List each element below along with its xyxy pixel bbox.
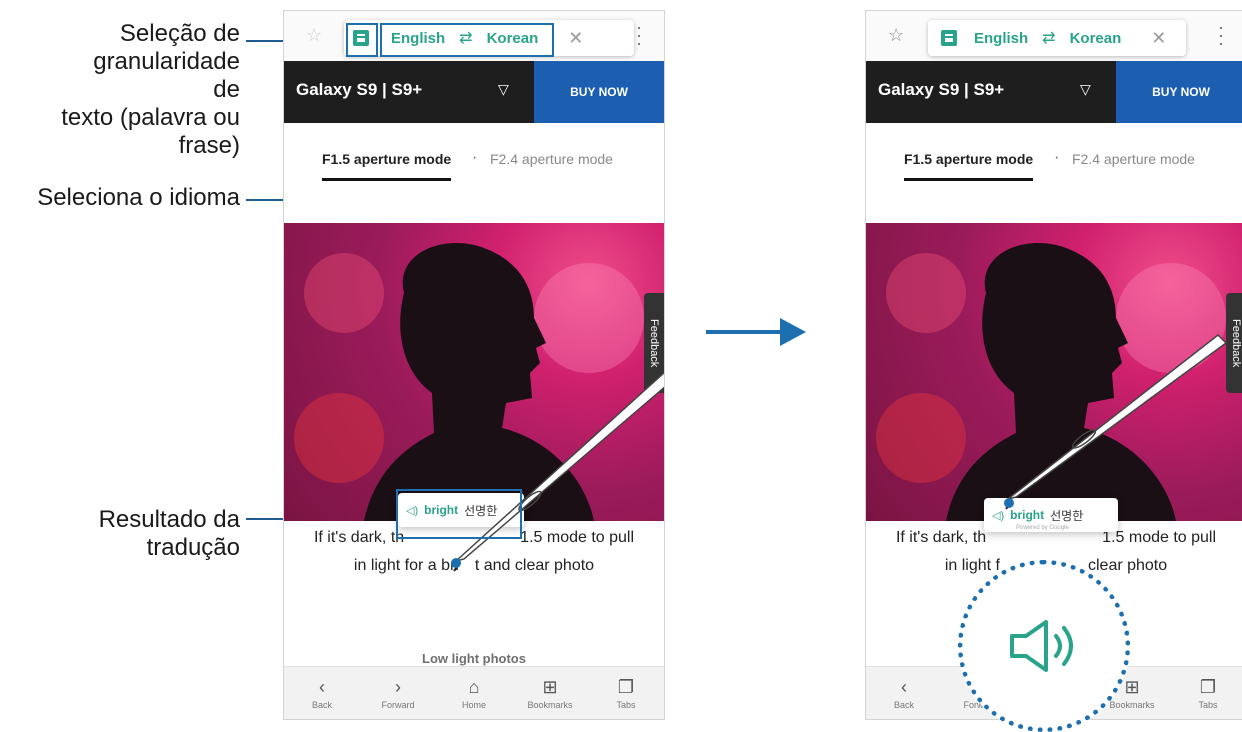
close-icon[interactable]: ✕ — [568, 28, 583, 49]
swap-languages-icon[interactable]: ⇄ — [1042, 28, 1055, 48]
tab-f24[interactable]: F2.4 aperture mode — [490, 151, 613, 167]
browser-toolbar: ☆ English ⇄ Korean ✕ · · · — [866, 11, 1242, 61]
star-icon[interactable]: ☆ — [306, 25, 322, 46]
speaker-icon[interactable]: ◁) — [992, 509, 1004, 522]
bottom-nav: ‹Back ›Forward ⌂Home ⊞Bookmarks ❐Tabs — [284, 666, 664, 719]
hero-photo — [866, 223, 1242, 521]
site-header: Galaxy S9 | S9+ ▽ BUY NOW — [284, 61, 664, 123]
translation-popup: ◁) bright 선명한 Powered by Google — [984, 498, 1118, 532]
callout-result: Resultado da tradução — [98, 506, 240, 561]
site-header: Galaxy S9 | S9+ ▽ BUY NOW — [866, 61, 1242, 123]
feedback-tab[interactable]: Feedback — [644, 293, 664, 393]
back-icon: ‹ — [319, 676, 325, 697]
result-highlight — [396, 489, 522, 539]
silhouette — [946, 243, 1176, 521]
nav-tabs[interactable]: ❐ Tabs — [588, 667, 664, 719]
source-language[interactable]: English — [974, 30, 1028, 47]
arrow-right-icon — [706, 318, 806, 346]
nav-back[interactable]: ‹ Back — [866, 667, 942, 719]
tabs-icon: ❐ — [617, 676, 635, 697]
language-highlight — [380, 23, 554, 57]
tab-separator: · — [1054, 149, 1060, 166]
site-title: Galaxy S9 | S9+ — [878, 80, 1005, 99]
feedback-tab[interactable]: Feedback — [1226, 293, 1242, 393]
back-icon: ‹ — [901, 676, 907, 697]
buy-now-button[interactable]: BUY NOW — [1116, 61, 1242, 123]
tab-f24[interactable]: F2.4 aperture mode — [1072, 151, 1195, 167]
buy-now-button[interactable]: BUY NOW — [534, 61, 664, 123]
star-icon[interactable]: ☆ — [888, 25, 904, 46]
popup-translation: 선명한 — [1050, 508, 1084, 523]
chevron-down-icon[interactable]: ▽ — [1080, 81, 1091, 98]
close-icon[interactable]: ✕ — [1151, 28, 1166, 49]
nav-forward[interactable]: ›Forward — [360, 667, 436, 719]
granularity-highlight — [346, 23, 378, 57]
tabs-icon: ❐ — [1199, 676, 1217, 697]
silhouette — [364, 243, 594, 521]
popup-source-word: bright — [1010, 508, 1045, 522]
section-heading: Low light photos — [422, 651, 526, 666]
callout-granularity: Seleção de granularidade de texto (palav… — [61, 20, 240, 159]
tab-f15[interactable]: F1.5 aperture mode — [322, 151, 452, 181]
nav-home[interactable]: ⌂Home — [436, 667, 512, 719]
speaker-icon[interactable] — [1004, 616, 1084, 676]
nav-bookmarks[interactable]: ⊞ Bookmarks — [512, 667, 588, 719]
popup-credit: Powered by Google — [1016, 525, 1069, 531]
tab-f15[interactable]: F1.5 aperture mode — [904, 151, 1034, 181]
bookmarks-icon: ⊞ — [542, 676, 558, 697]
aperture-tabs: F1.5 aperture mode · F2.4 aperture mode — [284, 123, 664, 223]
site-title: Galaxy S9 | S9+ — [296, 80, 423, 99]
home-icon: ⌂ — [468, 676, 480, 697]
forward-icon: › — [395, 676, 401, 697]
granularity-icon[interactable] — [938, 27, 960, 49]
more-options-icon[interactable]: · · · — [636, 18, 642, 52]
chevron-down-icon[interactable]: ▽ — [498, 81, 509, 98]
hero-photo — [284, 223, 664, 521]
target-language[interactable]: Korean — [1070, 30, 1122, 47]
speaker-zoom — [958, 560, 1130, 732]
tab-separator: · — [472, 149, 478, 166]
nav-tabs[interactable]: ❐ Tabs — [1170, 667, 1242, 719]
translator-toolbar: English ⇄ Korean ✕ — [928, 20, 1186, 56]
bookmarks-icon: ⊞ — [1124, 676, 1140, 697]
more-options-icon[interactable]: · · · — [1218, 18, 1224, 52]
aperture-tabs: F1.5 aperture mode · F2.4 aperture mode — [866, 123, 1242, 223]
phone-screen-before: ☆ English ⇄ Korean ✕ · · · Galaxy S9 | S9+… — [283, 10, 665, 720]
callout-language: Seleciona o idioma — [37, 184, 240, 211]
nav-back[interactable]: ‹ Back — [284, 667, 360, 719]
